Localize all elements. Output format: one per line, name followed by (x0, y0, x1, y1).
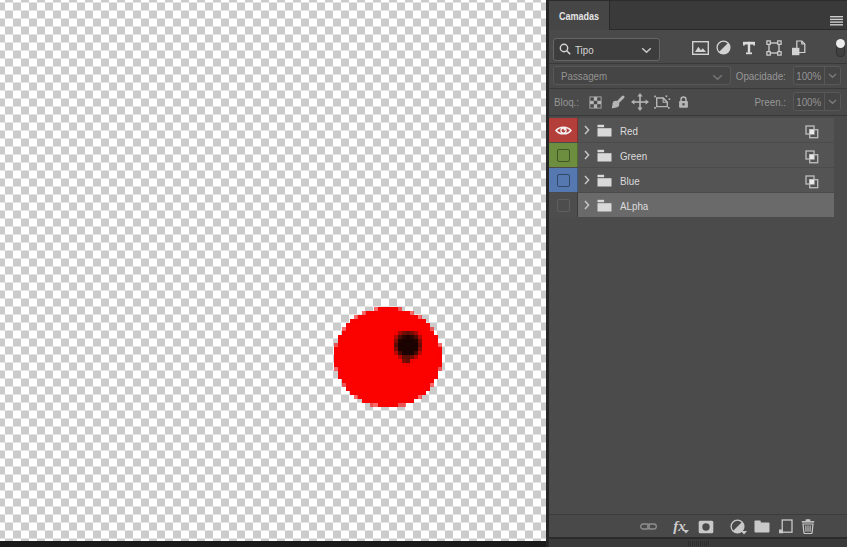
document-canvas[interactable] (0, 0, 546, 541)
opacity-value-box[interactable]: 100% (793, 66, 841, 85)
fill-value-box[interactable]: 100% (793, 92, 841, 111)
group-folder-icon (597, 124, 612, 137)
layer-name-text: Green (620, 150, 647, 162)
layer-row[interactable]: ALpha (549, 193, 834, 217)
new-group-icon[interactable] (753, 515, 770, 538)
type-filter-icon[interactable] (736, 35, 761, 60)
lock-all-icon[interactable] (672, 90, 694, 114)
group-folder-icon (597, 149, 612, 162)
visibility-checkbox-empty[interactable] (557, 199, 570, 212)
lock-position-icon[interactable] (629, 90, 651, 114)
layer-row[interactable]: Red (549, 118, 834, 142)
panel-tab-bar: Camadas (549, 0, 847, 30)
delete-layer-trash-icon[interactable] (800, 515, 815, 538)
layer-name[interactable]: Blue (620, 171, 643, 189)
chevron-down-icon (641, 47, 652, 54)
fill-label: Preen.: (749, 92, 786, 111)
filter-toggle-knob (836, 39, 845, 48)
photoshop-window: Camadas Tipo (0, 0, 847, 547)
layers-panel: Camadas Tipo (549, 0, 847, 537)
filter-toggle-switch[interactable] (836, 39, 845, 57)
separator (549, 63, 847, 64)
canvas-bottom-gutter (0, 541, 546, 547)
blend-mode-dropdown[interactable]: Passagem (553, 66, 731, 85)
combined-shape-badge-icon (805, 125, 819, 143)
combined-shape-badge-icon (805, 175, 819, 193)
layer-row-content: ALpha (578, 193, 834, 217)
opacity-dropdown-arrow[interactable] (824, 67, 840, 84)
visibility-checkbox-empty[interactable] (557, 174, 570, 187)
layer-row[interactable]: Blue (549, 168, 834, 192)
fill-label-text: Preen.: (754, 96, 786, 108)
dropdown-triangle-icon (683, 530, 689, 534)
smart-object-filter-icon[interactable] (786, 35, 811, 60)
fill-value-field[interactable]: 100% (794, 93, 824, 110)
visibility-checkbox-empty[interactable] (557, 149, 570, 162)
lock-pixels-brush-icon[interactable] (606, 90, 628, 114)
chevron-right-icon[interactable] (584, 200, 590, 210)
lock-artboard-icon[interactable] (651, 90, 673, 114)
dropdown-triangle-icon (741, 531, 747, 535)
lock-transparency-icon[interactable] (584, 90, 606, 114)
opacity-label-text: Opacidade: (736, 70, 786, 82)
fill-dropdown-arrow[interactable] (824, 93, 840, 110)
opacity-value: 100% (796, 70, 821, 82)
tab-layers[interactable]: Camadas (549, 1, 609, 30)
layer-row-content: Green (578, 143, 834, 167)
layer-visibility-swatch[interactable] (549, 143, 578, 167)
layer-name-text: Red (620, 125, 638, 137)
layer-visibility-swatch[interactable] (549, 168, 578, 192)
link-layers-icon[interactable] (640, 515, 657, 538)
eye-icon (555, 125, 572, 136)
group-folder-icon (597, 174, 612, 187)
combined-shape-badge-icon (805, 150, 819, 168)
chevron-down-icon (828, 99, 837, 105)
lock-label: Bloq.: (554, 90, 583, 114)
red-blob-artwork (310, 279, 470, 431)
chevron-down-icon (828, 73, 837, 79)
layer-style-fx-icon[interactable]: fx (671, 515, 688, 538)
chevron-right-icon[interactable] (584, 175, 590, 185)
separator (549, 88, 847, 89)
layer-row-content: Red (578, 118, 834, 142)
opacity-value-field[interactable]: 100% (794, 67, 824, 84)
panel-bottom-gutter (549, 539, 847, 547)
layer-name-text: Blue (620, 175, 640, 187)
search-icon (559, 43, 572, 56)
layer-name-text: ALpha (620, 200, 648, 212)
panel-menu-icon[interactable] (830, 12, 843, 22)
layer-row-content: Blue (578, 168, 834, 192)
new-layer-icon[interactable] (777, 515, 794, 538)
filter-type-dropdown[interactable]: Tipo (553, 38, 660, 61)
add-layer-mask-icon[interactable] (698, 515, 714, 538)
opacity-label: Opacidade: (727, 66, 786, 85)
lock-label-text: Bloq.: (554, 96, 579, 108)
layers-list: Red Green (549, 116, 847, 514)
panel-footer-bar: fx (549, 514, 847, 538)
chevron-right-icon[interactable] (584, 125, 590, 135)
tab-layers-label: Camadas (559, 10, 599, 22)
blend-mode-value: Passagem (561, 70, 607, 82)
chevron-down-icon (712, 74, 723, 81)
layer-row[interactable]: Green (549, 143, 834, 167)
adjustment-filter-icon[interactable] (711, 35, 736, 60)
chevron-right-icon[interactable] (584, 150, 590, 160)
group-folder-icon (597, 199, 612, 212)
layer-name[interactable]: Green (620, 146, 652, 164)
image-filter-icon[interactable] (688, 35, 713, 60)
layer-name[interactable]: ALpha (620, 196, 653, 214)
layer-name[interactable]: Red (620, 121, 641, 139)
fill-value: 100% (796, 96, 821, 108)
layer-visibility-swatch[interactable] (549, 118, 578, 142)
panel-resize-grip-icon[interactable] (688, 541, 709, 546)
tab-bar-empty-strip (609, 1, 847, 30)
new-adjustment-layer-icon[interactable] (729, 515, 745, 538)
layer-visibility-swatch[interactable] (549, 193, 578, 217)
shape-filter-icon[interactable] (761, 35, 786, 60)
filter-type-value: Tipo (575, 44, 594, 56)
